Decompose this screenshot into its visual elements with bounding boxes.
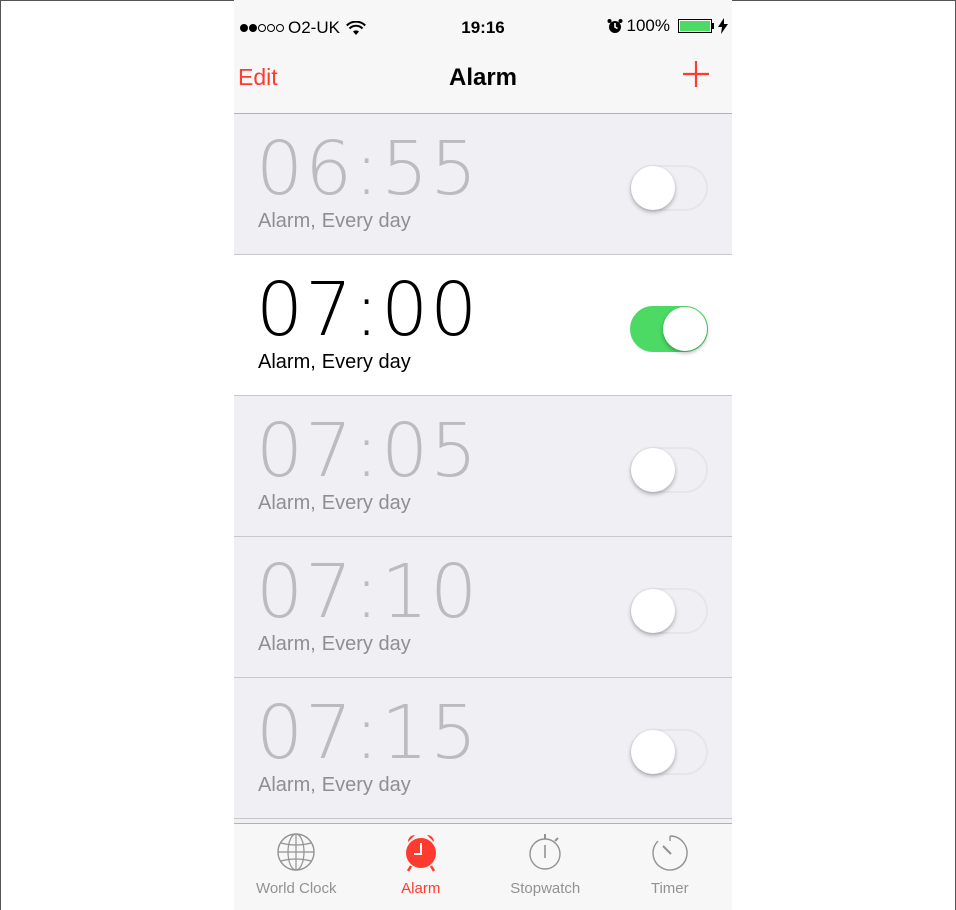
alarm-repeat: Every day — [321, 492, 411, 514]
nav-bar: Edit Alarm — [234, 40, 732, 114]
tab-timer[interactable]: Timer — [608, 824, 733, 910]
tab-bar: World Clock Alarm Stopwatch Timer — [234, 823, 732, 910]
add-alarm-button[interactable] — [680, 58, 712, 90]
phone-screen: O2-UK 19:16 100% Edit Alarm 06:55 Alarm,… — [234, 0, 732, 910]
alarm-status-icon — [607, 19, 623, 33]
battery-percent: 100% — [626, 16, 670, 35]
alarm-row[interactable]: 07:00 Alarm, Every day — [234, 255, 732, 396]
alarm-row[interactable]: 07:05 Alarm, Every day — [234, 396, 732, 537]
battery-fill — [680, 21, 710, 31]
tab-label: Alarm — [401, 880, 441, 897]
battery-body — [678, 19, 712, 33]
toggle-knob — [631, 448, 675, 492]
alarm-time: 07:15 — [256, 690, 480, 776]
toggle-knob — [631, 166, 675, 210]
battery-tip — [712, 23, 714, 29]
alarm-repeat: Every day — [321, 633, 411, 655]
status-bar: O2-UK 19:16 100% — [234, 0, 732, 40]
stopwatch-icon — [529, 834, 561, 870]
alarm-repeat: Every day — [321, 774, 411, 796]
alarm-subtitle: Alarm, Every day — [258, 351, 411, 374]
toggle-knob — [631, 589, 675, 633]
tab-alarm[interactable]: Alarm — [359, 824, 484, 910]
toggle-knob — [663, 307, 707, 351]
alarm-repeat: Every day — [321, 210, 411, 232]
alarm-repeat: Every day — [321, 351, 411, 373]
alarm-toggle[interactable] — [630, 588, 708, 634]
tab-label: World Clock — [255, 880, 337, 897]
globe-icon — [277, 833, 315, 871]
plus-icon — [683, 61, 709, 87]
alarm-clock-icon — [405, 834, 436, 872]
alarm-subtitle: Alarm, Every day — [258, 774, 411, 797]
alarm-time: 07:10 — [256, 549, 480, 635]
alarm-row[interactable]: 07:10 Alarm, Every day — [234, 537, 732, 678]
timer-icon — [652, 835, 688, 871]
alarm-list: 06:55 Alarm, Every day 07:00 Alarm, Every … — [234, 114, 732, 819]
toggle-knob — [631, 730, 675, 774]
charging-bolt-icon — [718, 18, 728, 34]
alarm-toggle[interactable] — [630, 447, 708, 493]
page-title: Alarm — [448, 64, 518, 91]
alarm-row[interactable]: 06:55 Alarm, Every day — [234, 114, 732, 255]
alarm-subtitle: Alarm, Every day — [258, 492, 411, 515]
alarm-label: Alarm, — [258, 351, 316, 373]
alarm-subtitle: Alarm, Every day — [258, 633, 411, 656]
alarm-time: 07:00 — [256, 267, 480, 353]
alarm-label: Alarm, — [258, 492, 316, 514]
battery-icon — [678, 19, 714, 33]
tab-world-clock[interactable]: World Clock — [234, 824, 359, 910]
alarm-toggle[interactable] — [630, 306, 708, 352]
tab-stopwatch[interactable]: Stopwatch — [483, 824, 608, 910]
alarm-time: 07:05 — [256, 408, 480, 494]
alarm-time: 06:55 — [256, 126, 480, 212]
alarm-toggle[interactable] — [630, 729, 708, 775]
alarm-label: Alarm, — [258, 633, 316, 655]
tab-label: Stopwatch — [510, 880, 581, 897]
alarm-row[interactable]: 07:15 Alarm, Every day — [234, 678, 732, 819]
frame-border-left — [0, 0, 1, 910]
alarm-subtitle: Alarm, Every day — [258, 210, 411, 233]
status-right: 100% — [607, 16, 728, 36]
tab-label: Timer — [650, 880, 689, 897]
alarm-toggle[interactable] — [630, 165, 708, 211]
alarm-label: Alarm, — [258, 210, 316, 232]
alarm-label: Alarm, — [258, 774, 316, 796]
